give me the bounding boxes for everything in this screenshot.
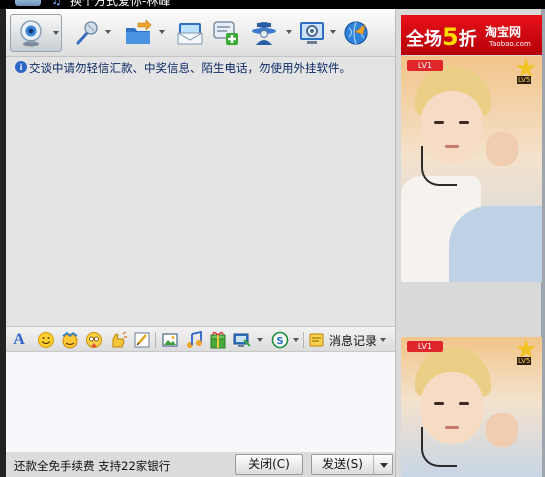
send-file-button[interactable] <box>124 19 166 49</box>
users-icon <box>252 22 276 45</box>
shake-window-icon[interactable] <box>109 331 127 349</box>
format-separator <box>155 332 156 348</box>
title-bar[interactable]: ♫ 换个方式爱你-林峰 <box>0 0 545 9</box>
close-button[interactable]: 关闭(C) <box>235 454 303 475</box>
format-toolbar: A S 消息记录 <box>6 326 395 352</box>
contact-avatar-icon[interactable] <box>15 0 41 6</box>
sticker-icon[interactable] <box>85 331 103 349</box>
image-icon[interactable] <box>161 331 179 349</box>
send-file-dropdown-icon[interactable] <box>159 30 165 34</box>
gear-monitor-icon <box>300 22 324 44</box>
info-icon: i <box>15 61 27 73</box>
self-avatar[interactable]: LV1 ★ LV5 <box>401 337 542 477</box>
level-badge: LV1 <box>407 60 443 71</box>
screen-capture-icon[interactable] <box>233 331 251 349</box>
friend-avatar[interactable]: LV1 ★ LV5 <box>401 56 542 282</box>
ad-link[interactable]: 还款全免手续费 支持22家银行 <box>14 458 170 474</box>
font-icon[interactable]: A <box>10 331 28 349</box>
security-notice: i 交谈中请勿轻信汇款、中奖信息、陌生电话，勿使用外挂软件。 <box>6 57 395 79</box>
chevron-down-icon <box>380 463 388 468</box>
send-sms-button[interactable] <box>176 19 204 49</box>
video-chat-button[interactable] <box>10 14 62 52</box>
message-record-label: 消息记录 <box>329 334 378 348</box>
share-button[interactable] <box>342 19 370 49</box>
create-discussion-dropdown-icon[interactable] <box>286 30 292 34</box>
level-number: LV5 <box>517 76 532 84</box>
video-chat-dropdown-icon[interactable] <box>53 31 59 35</box>
folder-send-icon <box>126 19 152 44</box>
webcam-icon <box>20 20 42 47</box>
format-separator <box>303 332 304 348</box>
microphone-icon <box>76 21 98 45</box>
gift-icon[interactable] <box>209 331 227 349</box>
music-note-icon: ♫ <box>51 0 62 7</box>
music-icon[interactable] <box>185 331 203 349</box>
level-number: LV5 <box>517 357 532 365</box>
bottom-bar: 还款全免手续费 支持22家银行 关闭(C) 发送(S) <box>6 452 395 477</box>
send-button[interactable]: 发送(S) <box>311 454 375 475</box>
chat-add-icon <box>213 21 238 45</box>
envelope-icon <box>177 23 203 45</box>
globe-share-icon <box>344 21 368 45</box>
level-badge: LV1 <box>407 341 443 352</box>
taobao-ad-banner[interactable]: 全场5折 淘宝网 Taobao.com <box>401 15 542 55</box>
svg-text:S: S <box>276 336 283 347</box>
send-options-button[interactable] <box>373 454 393 475</box>
message-record-button[interactable]: 消息记录 <box>329 332 377 349</box>
message-input[interactable] <box>6 352 395 452</box>
message-history[interactable] <box>6 79 395 326</box>
currency-dropdown-icon[interactable] <box>293 338 299 342</box>
emoji-icon[interactable] <box>37 331 55 349</box>
message-record-dropdown-icon[interactable] <box>380 338 386 342</box>
message-record-icon <box>309 333 324 347</box>
add-group-button[interactable] <box>212 19 240 49</box>
app-settings-button[interactable] <box>298 19 338 49</box>
funny-face-icon[interactable] <box>61 331 79 349</box>
voice-chat-button[interactable] <box>72 19 112 49</box>
ad-headline: 全场5折 <box>406 23 477 51</box>
create-discussion-button[interactable] <box>250 19 294 49</box>
currency-icon[interactable]: S <box>271 331 289 349</box>
app-settings-dropdown-icon[interactable] <box>330 30 336 34</box>
notice-text: 交谈中请勿轻信汇款、中奖信息、陌生电话，勿使用外挂软件。 <box>29 61 351 75</box>
voice-chat-dropdown-icon[interactable] <box>105 30 111 34</box>
taobao-logo: 淘宝网 <box>485 25 522 39</box>
taobao-url: Taobao.com <box>489 40 531 48</box>
screen-capture-dropdown-icon[interactable] <box>257 338 263 342</box>
doodle-icon[interactable] <box>133 331 151 349</box>
chat-toolbar <box>6 9 395 57</box>
window-title: 换个方式爱你-林峰 <box>70 0 171 8</box>
